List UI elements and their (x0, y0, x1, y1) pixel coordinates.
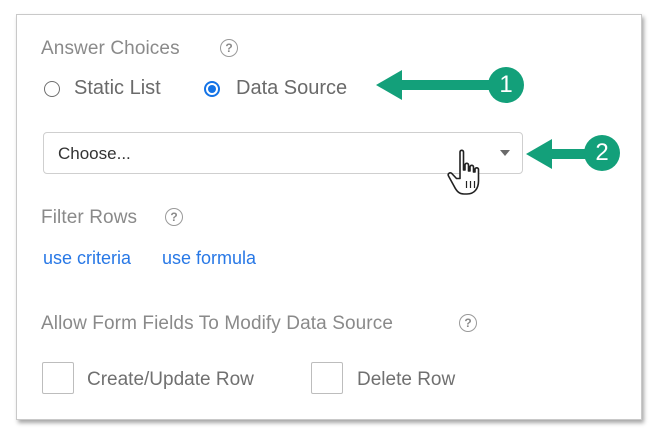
filter-rows-label: Filter Rows (41, 207, 138, 228)
create-update-row-label[interactable]: Create/Update Row (87, 369, 254, 391)
question-circle-icon[interactable]: ? (459, 314, 477, 332)
answer-choices-label: Answer Choices (41, 38, 180, 59)
question-circle-icon[interactable]: ? (220, 39, 238, 57)
radio-label-data-source[interactable]: Data Source (236, 77, 347, 100)
create-update-row-checkbox[interactable] (42, 362, 74, 394)
answer-choices-panel: Answer Choices ? Static List Data Source… (16, 14, 642, 420)
radio-button-data-source[interactable] (204, 81, 220, 97)
delete-row-checkbox[interactable] (311, 362, 343, 394)
annotation-arrow-1 (376, 70, 494, 100)
hand-pointer-icon (447, 149, 480, 195)
question-circle-icon[interactable]: ? (165, 208, 183, 226)
annotation-badge-1: 1 (488, 67, 524, 103)
radio-button-static-list[interactable] (44, 81, 60, 97)
chevron-down-icon[interactable] (500, 150, 510, 156)
use-criteria-link[interactable]: use criteria (43, 248, 131, 269)
annotation-badge-2: 2 (584, 135, 620, 171)
radio-label-static-list[interactable]: Static List (74, 77, 161, 100)
select-value: Choose... (58, 144, 131, 163)
delete-row-label[interactable]: Delete Row (357, 369, 455, 391)
allow-form-fields-label: Allow Form Fields To Modify Data Source (41, 313, 394, 334)
use-formula-link[interactable]: use formula (162, 248, 256, 269)
